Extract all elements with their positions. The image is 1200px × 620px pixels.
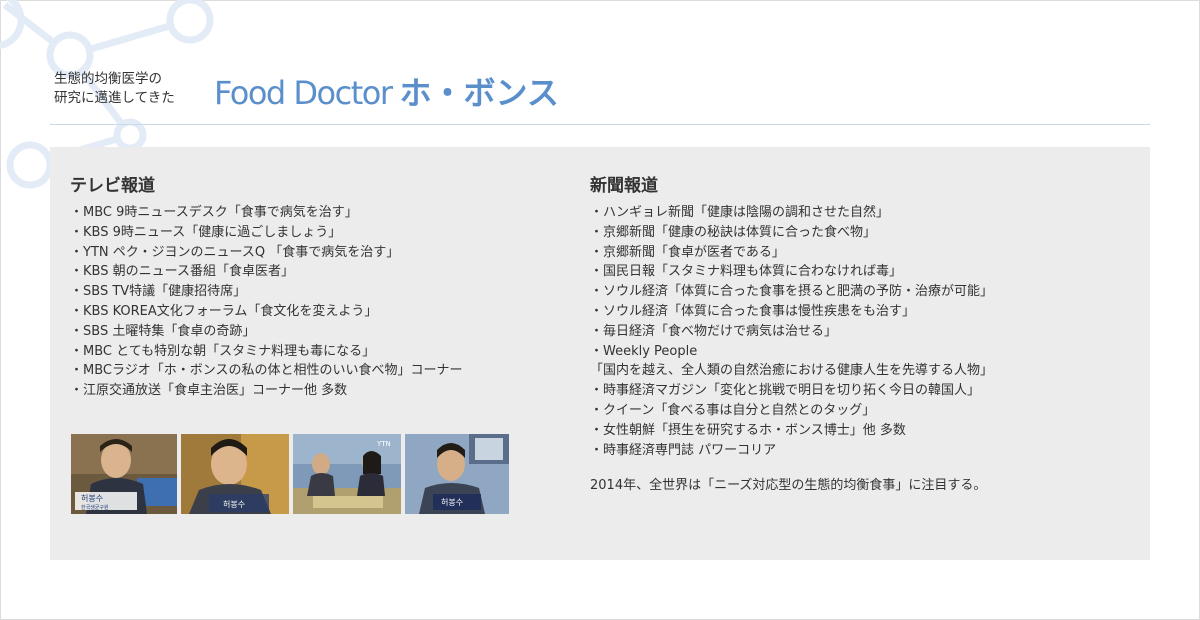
tv-list: ・MBC 9時ニュースデスク「食事で病気を治す」 ・KBS 9時ニュース「健康に… [70, 203, 570, 401]
tv-thumbnail-subcaption: 한국생균구원 [81, 504, 109, 511]
newspaper-item: ・ソウル経済「体質に合った食事は慢性疾患をも治す」 [590, 303, 916, 319]
tv-item: ・YTN ペク・ジヨンのニュースQ 「食事で病気を治す」 [70, 244, 400, 260]
newspaper-item: ・時事経済専門誌 パワーコリア [590, 442, 777, 458]
tv-section: テレビ報道 ・MBC 9時ニュースデスク「食事で病気を治す」 ・KBS 9時ニュ… [70, 175, 570, 401]
newspaper-note: 2014年、全世界は「ニーズ対応型の生態的均衡食事」に注目する。 [590, 478, 987, 494]
header-divider [50, 124, 1150, 125]
newspaper-list: ・ハンギョレ新聞「健康は陰陽の調和させた自然」 ・京郷新聞「健康の秘訣は体質に合… [590, 203, 1130, 460]
tv-item: ・江原交通放送「食卓主治医」コーナー他 多数 [70, 383, 348, 399]
intro-line-2: 研究に邁進してきた [54, 90, 175, 106]
header-intro: 生態的均衡医学の 研究に邁進してきた [54, 70, 214, 108]
newspaper-item: ・国民日報「スタミナ料理も体質に合わなければ毒」 [590, 264, 903, 280]
tv-thumbnail-4: 허봉수 [405, 434, 509, 514]
newspaper-item: ・時事経済マガジン「変化と挑戦で明日を切り拓く今日の韓国人」 [590, 383, 981, 399]
newspaper-item: ・ソウル経済「体質に合った食事を摂ると肥満の予防・治療が可能」 [590, 284, 994, 300]
newspaper-item: ・女性朝鮮「摂生を研究するホ・ボンス博士」他 多数 [590, 422, 906, 438]
newspaper-item: ・Weekly People [590, 343, 698, 359]
newspaper-item: ・毎日経済「食べ物だけで病気は治せる」 [590, 323, 838, 339]
tv-item: ・SBS TV特議「健康招待席」 [70, 284, 247, 300]
tv-thumbnail-caption: YTN [376, 440, 391, 448]
media-coverage-panel: テレビ報道 ・MBC 9時ニュースデスク「食事で病気を治す」 ・KBS 9時ニュ… [50, 147, 1150, 560]
intro-line-1: 生態的均衡医学の [54, 71, 162, 87]
newspaper-section: 新聞報道 ・ハンギョレ新聞「健康は陰陽の調和させた自然」 ・京郷新聞「健康の秘訣… [590, 175, 1130, 493]
tv-heading: テレビ報道 [70, 176, 155, 196]
tv-thumbnail-3: YTN [293, 434, 401, 514]
tv-thumbnail-2: 허봉수 [181, 434, 289, 514]
newspaper-item: ・ハンギョレ新聞「健康は陰陽の調和させた自然」 [590, 205, 890, 220]
tv-thumbnail-caption: 허봉수 [441, 498, 463, 507]
tv-thumbnail-caption: 허봉수 [81, 494, 103, 503]
title-english: Food Doctor [214, 74, 393, 112]
tv-item: ・KBS 朝のニュース番組「食卓医者」 [70, 264, 294, 280]
tv-thumbnail-caption: 허봉수 [223, 500, 245, 509]
newspaper-item: ・京郷新聞「食卓が医者である」 [590, 244, 785, 260]
tv-item: ・SBS 土曜特集「食卓の奇跡」 [70, 323, 256, 339]
newspaper-item: 「国内を越え、全人類の自然治癒における健康人生を先導する人物」 [590, 363, 994, 379]
title-japanese: ホ・ボンス [399, 74, 559, 112]
newspaper-item: ・京郷新聞「健康の秘訣は体質に合った食べ物」 [590, 224, 877, 240]
tv-item: ・MBCラジオ「ホ・ボンスの私の体と相性のいい食べ物」コーナー [70, 363, 463, 379]
tv-thumbnail-1: 허봉수 한국생균구원 [71, 434, 177, 514]
tv-item: ・MBC とても特別な朝「スタミナ料理も毒になる」 [70, 343, 376, 359]
tv-item: ・KBS KOREA文化フォーラム「食文化を変えよう」 [70, 303, 378, 319]
tv-item: ・KBS 9時ニュース「健康に過ごしましょう」 [70, 224, 342, 240]
newspaper-item: ・クイーン「食べる事は自分と自然とのタッグ」 [590, 402, 876, 418]
page-title: Food Doctor ホ・ボンス [214, 68, 559, 114]
tv-item: ・MBC 9時ニュースデスク「食事で病気を治す」 [70, 205, 358, 220]
newspaper-heading: 新聞報道 [590, 176, 658, 196]
